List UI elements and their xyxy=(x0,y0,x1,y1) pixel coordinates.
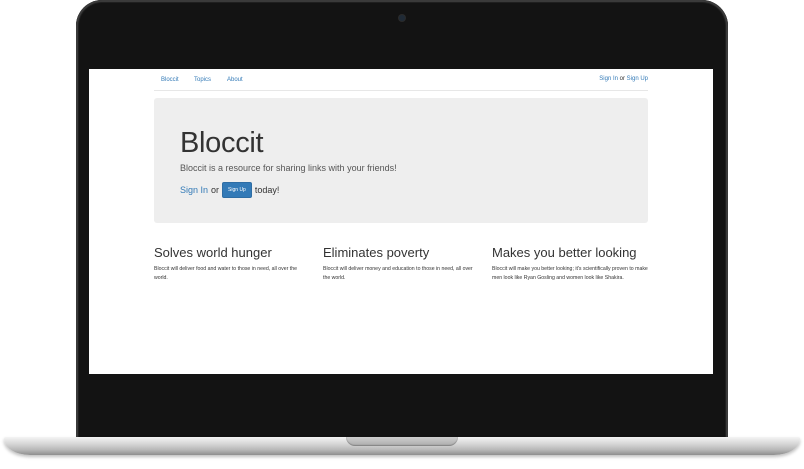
laptop-notch xyxy=(346,437,458,446)
feature-heading: Solves world hunger xyxy=(154,245,272,260)
nav-sign-up-link[interactable]: Sign Up xyxy=(627,76,648,82)
nav-link-about[interactable]: About xyxy=(227,77,243,83)
feature-text: Bloccit will deliver money and education… xyxy=(323,266,473,281)
jumbotron: Bloccit Bloccit is a resource for sharin… xyxy=(154,98,648,223)
nav-auth: Sign In or Sign Up xyxy=(599,76,648,82)
sign-in-link[interactable]: Sign In xyxy=(180,185,208,195)
feature-better-looking: Makes you better looking Bloccit will ma… xyxy=(492,245,650,282)
jumbotron-cta: Sign In or Sign Up today! xyxy=(180,182,279,198)
feature-text: Bloccit will deliver food and water to t… xyxy=(154,266,298,281)
screen: Bloccit Topics About Sign In or Sign Up … xyxy=(89,69,713,374)
sign-up-button[interactable]: Sign Up xyxy=(222,182,252,198)
nav-sign-in-link[interactable]: Sign In xyxy=(599,76,618,82)
feature-heading: Eliminates poverty xyxy=(323,245,430,260)
feature-text: Bloccit will make you better looking; it… xyxy=(492,266,648,281)
camera-icon xyxy=(399,15,405,21)
feature-eliminates-poverty: Eliminates poverty Bloccit will deliver … xyxy=(323,245,481,282)
feature-solves-hunger: Solves world hunger Bloccit will deliver… xyxy=(154,245,312,282)
nav-link-topics[interactable]: Topics xyxy=(194,77,211,83)
nav-or-text: or xyxy=(619,76,625,82)
jumbotron-lead: Bloccit is a resource for sharing links … xyxy=(180,163,397,173)
navbar: Bloccit Topics About Sign In or Sign Up xyxy=(154,69,648,91)
cta-today-text: today! xyxy=(254,185,280,195)
cta-or-text: or xyxy=(211,185,220,195)
feature-heading: Makes you better looking xyxy=(492,245,637,260)
nav-link-bloccit[interactable]: Bloccit xyxy=(161,77,179,83)
page-title: Bloccit xyxy=(180,127,264,159)
